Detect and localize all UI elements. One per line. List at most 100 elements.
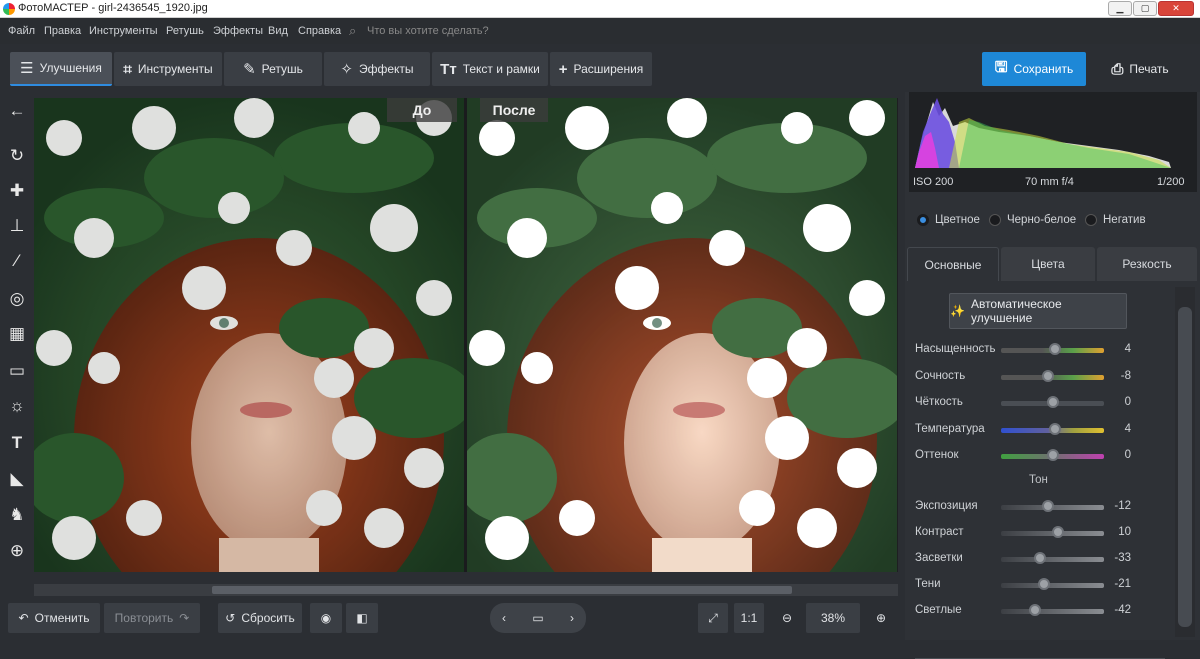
slider-track[interactable] (1001, 552, 1104, 564)
print-button[interactable]: ⎙ Печать (1088, 52, 1192, 86)
auto-enhance-button[interactable]: ✨ Автоматическое улучшение (949, 293, 1127, 329)
redo-button[interactable]: Повторить ↷ (104, 603, 200, 633)
slider-knob[interactable] (1042, 500, 1055, 512)
radio-dot (1085, 214, 1097, 226)
menu-help[interactable]: Справка (298, 25, 341, 37)
gradient-filter-icon[interactable]: ▦ (6, 323, 28, 345)
slider-knob[interactable] (1042, 369, 1055, 382)
brush-icon[interactable]: ⁄ (6, 250, 28, 272)
photo-compare-area[interactable]: До После (34, 98, 898, 572)
tab-sharpness[interactable]: Резкость (1097, 247, 1197, 281)
radio-negative[interactable]: Негатив (1085, 214, 1146, 226)
radio-bw[interactable]: Черно-белое (989, 214, 1076, 226)
slider-knob[interactable] (1038, 578, 1051, 590)
sliders-icon: ☰ (20, 60, 34, 77)
menu-tools[interactable]: Инструменты (89, 25, 158, 37)
radio-label: Цветное (935, 214, 980, 226)
floppy-disk-icon: 🖫 (994, 58, 1008, 76)
slider-value: -21 (1114, 578, 1131, 590)
slider-knob[interactable] (1051, 526, 1064, 538)
slider-knob[interactable] (1034, 552, 1047, 564)
scrollbar-thumb[interactable] (212, 586, 792, 594)
zoom-in-button[interactable]: ⊕ (866, 603, 896, 633)
slider-value: 10 (1118, 526, 1131, 538)
plus-icon: ⊕ (875, 611, 887, 625)
replace-bg-icon[interactable]: ♞ (6, 504, 28, 526)
bucket-icon[interactable]: ◣ (6, 468, 28, 490)
slider-track[interactable] (1001, 526, 1104, 538)
slider-knob[interactable] (1048, 422, 1061, 435)
radial-filter-icon[interactable]: ◎ (6, 288, 28, 310)
slider-knob[interactable] (1048, 343, 1061, 355)
tab-label: Текст и рамки (462, 62, 540, 76)
tab-text-frames[interactable]: Tт Текст и рамки (432, 52, 548, 86)
text-icon[interactable]: T (6, 432, 28, 454)
tab-enhancements[interactable]: ☰ Улучшения (10, 52, 112, 86)
horizontal-scrollbar[interactable] (34, 584, 898, 596)
compare-toggle-button[interactable]: ◧ (346, 603, 378, 633)
tab-tools[interactable]: ⌗ Инструменты (114, 52, 222, 86)
healing-icon[interactable]: ✚ (6, 180, 28, 202)
tab-retouch[interactable]: ✎ Ретушь (224, 52, 322, 86)
rotate-icon[interactable]: ↻ (6, 145, 28, 167)
menu-file[interactable]: Файл (8, 25, 35, 37)
menu-edit[interactable]: Правка (44, 25, 81, 37)
slider-knob[interactable] (1028, 604, 1041, 616)
tab-effects[interactable]: ✧ Эффекты (324, 52, 430, 86)
slider-track[interactable] (1001, 343, 1104, 355)
tab-colors[interactable]: Цвета (1001, 247, 1095, 281)
save-button[interactable]: 🖫 Сохранить (982, 52, 1086, 86)
menu-view[interactable]: Вид (268, 25, 288, 37)
slider-track[interactable] (1001, 396, 1104, 408)
slider-track[interactable] (1001, 369, 1104, 382)
close-button[interactable]: ✕ (1158, 1, 1194, 16)
preview-eye-button[interactable]: ◉ (310, 603, 342, 633)
panel-scrollbar[interactable] (1175, 287, 1195, 637)
one-to-one-button[interactable]: 1:1 (734, 603, 764, 633)
slider-track[interactable] (1001, 604, 1104, 616)
bottom-toolbar: ↶ Отменить Повторить ↷ ↺ Сбросить ◉ ◧ ‹ … (0, 598, 905, 640)
slider-row: Засветки -33 (905, 549, 1175, 569)
undo-button[interactable]: ↶ Отменить (8, 603, 100, 633)
redo-icon: ↷ (179, 611, 190, 625)
zoom-out-button[interactable]: ⊖ (772, 603, 802, 633)
window-title: ФотоМАСТЕР - girl-2436545_1920.jpg (18, 2, 208, 14)
tab-extensions[interactable]: + Расширения (550, 52, 652, 86)
slider-row: Температура 4 (905, 420, 1175, 440)
slider-track[interactable] (1001, 578, 1104, 590)
vignette-icon[interactable]: ▭ (6, 360, 28, 382)
main-toolbar: ☰ Улучшения ⌗ Инструменты ✎ Ретушь ✧ Эфф… (0, 44, 1200, 92)
radio-dot-selected (917, 214, 929, 226)
text-icon: Tт (440, 60, 457, 78)
maximize-button[interactable]: ▢ (1133, 1, 1157, 16)
reset-button[interactable]: ↺ Сбросить (218, 603, 302, 633)
slider-value: 4 (1124, 343, 1131, 355)
slider-label: Засветки (915, 552, 963, 564)
slider-track[interactable] (1001, 449, 1104, 461)
left-toolbar: ← ↻ ✚ ⊥ ⁄ ◎ ▦ ▭ ☼ T ◣ ♞ ⊕ (0, 92, 34, 592)
slider-label: Экспозиция (915, 500, 978, 512)
tab-basic[interactable]: Основные (907, 247, 999, 281)
zoom-level[interactable]: 38% (806, 603, 860, 633)
search-input[interactable]: Что вы хотите сделать? (367, 25, 489, 37)
next-photo-icon[interactable]: › (558, 611, 586, 625)
folder-icon[interactable]: ▭ (524, 611, 552, 625)
prev-photo-icon[interactable]: ‹ (490, 611, 518, 625)
slider-track[interactable] (1001, 500, 1104, 512)
light-icon[interactable]: ☼ (6, 395, 28, 417)
slider-knob[interactable] (1046, 396, 1059, 408)
panel-scrollbar-thumb[interactable] (1178, 307, 1192, 627)
fit-screen-button[interactable]: ⤢ (698, 603, 728, 633)
print-label: Печать (1129, 62, 1169, 76)
back-arrow-icon[interactable]: ← (6, 100, 28, 122)
menu-retouch[interactable]: Ретушь (166, 25, 204, 37)
slider-track[interactable] (1001, 422, 1104, 435)
slider-knob[interactable] (1046, 449, 1059, 461)
minimize-button[interactable]: ▁ (1108, 1, 1132, 16)
menu-effects[interactable]: Эффекты (213, 25, 263, 37)
photo-before (34, 98, 464, 572)
slider-value: 0 (1124, 449, 1131, 461)
stamp-icon[interactable]: ⊥ (6, 215, 28, 237)
radio-color[interactable]: Цветное (917, 214, 980, 226)
crosshair-icon[interactable]: ⊕ (6, 540, 28, 562)
